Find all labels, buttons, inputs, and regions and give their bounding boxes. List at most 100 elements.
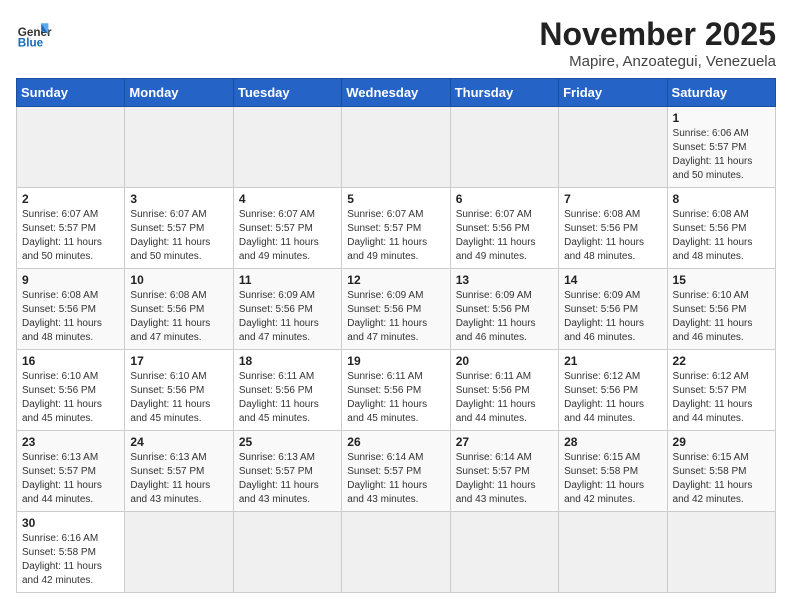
- logo-icon: General Blue: [16, 16, 52, 52]
- calendar-cell: 13 Sunrise: 6:09 AM Sunset: 5:56 PM Dayli…: [450, 269, 558, 350]
- calendar-cell: 19Sunrise: 6:11 AM Sunset: 5:56 PM Dayli…: [342, 350, 450, 431]
- calendar-cell: 30 Sunrise: 6:16 AM Sunset: 5:58 PM Dayli…: [17, 512, 125, 593]
- day-number: 3: [130, 192, 227, 206]
- weekday-header-friday: Friday: [559, 79, 667, 107]
- calendar-week-6: 30 Sunrise: 6:16 AM Sunset: 5:58 PM Dayli…: [17, 512, 776, 593]
- day-number: 1: [673, 111, 770, 125]
- calendar-cell: [17, 107, 125, 188]
- day-info: Sunrise: 6:09 AM Sunset: 5:56 PM Dayligh…: [564, 289, 661, 345]
- weekday-header-sunday: Sunday: [17, 79, 125, 107]
- calendar-cell: [450, 107, 558, 188]
- calendar-cell: 20 Sunrise: 6:11 AM Sunset: 5:56 PM Dayli…: [450, 350, 558, 431]
- day-info: Sunrise: 6:15 AM Sunset: 5:58 PM Dayligh…: [673, 451, 770, 507]
- calendar-cell: 27 Sunrise: 6:14 AM Sunset: 5:57 PM Dayli…: [450, 431, 558, 512]
- day-info: Sunrise: 6:07 AM Sunset: 5:56 PM Dayligh…: [456, 208, 553, 264]
- calendar-cell: 15 Sunrise: 6:10 AM Sunset: 5:56 PM Dayli…: [667, 269, 775, 350]
- day-number: 23: [22, 435, 119, 449]
- day-info: Sunrise: 6:08 AM Sunset: 5:56 PM Dayligh…: [673, 208, 770, 264]
- calendar-cell: 21 Sunrise: 6:12 AM Sunset: 5:56 PM Dayli…: [559, 350, 667, 431]
- calendar-cell: [125, 107, 233, 188]
- day-info: Sunrise: 6:10 AM Sunset: 5:56 PM Dayligh…: [673, 289, 770, 345]
- day-info: Sunrise: 6:13 AM Sunset: 5:57 PM Dayligh…: [22, 451, 119, 507]
- month-title: November 2025: [539, 16, 776, 53]
- calendar-cell: [450, 512, 558, 593]
- calendar-cell: 10Sunrise: 6:08 AM Sunset: 5:56 PM Dayli…: [125, 269, 233, 350]
- calendar-cell: 7Sunrise: 6:08 AM Sunset: 5:56 PM Daylig…: [559, 188, 667, 269]
- day-info: Sunrise: 6:12 AM Sunset: 5:56 PM Dayligh…: [564, 370, 661, 426]
- day-number: 13: [456, 273, 553, 287]
- day-number: 24: [130, 435, 227, 449]
- calendar-cell: [125, 512, 233, 593]
- day-info: Sunrise: 6:13 AM Sunset: 5:57 PM Dayligh…: [239, 451, 336, 507]
- day-number: 30: [22, 516, 119, 530]
- calendar-cell: 6 Sunrise: 6:07 AM Sunset: 5:56 PM Daylig…: [450, 188, 558, 269]
- day-info: Sunrise: 6:07 AM Sunset: 5:57 PM Dayligh…: [239, 208, 336, 264]
- day-info: Sunrise: 6:14 AM Sunset: 5:57 PM Dayligh…: [347, 451, 444, 507]
- calendar-cell: 2 Sunrise: 6:07 AM Sunset: 5:57 PM Daylig…: [17, 188, 125, 269]
- day-info: Sunrise: 6:11 AM Sunset: 5:56 PM Dayligh…: [239, 370, 336, 426]
- day-number: 9: [22, 273, 119, 287]
- day-info: Sunrise: 6:15 AM Sunset: 5:58 PM Dayligh…: [564, 451, 661, 507]
- calendar-cell: [233, 512, 341, 593]
- day-info: Sunrise: 6:11 AM Sunset: 5:56 PM Dayligh…: [456, 370, 553, 426]
- calendar-cell: 18 Sunrise: 6:11 AM Sunset: 5:56 PM Dayli…: [233, 350, 341, 431]
- day-number: 22: [673, 354, 770, 368]
- day-info: Sunrise: 6:09 AM Sunset: 5:56 PM Dayligh…: [456, 289, 553, 345]
- calendar-cell: 3 Sunrise: 6:07 AM Sunset: 5:57 PM Daylig…: [125, 188, 233, 269]
- calendar-cell: [559, 512, 667, 593]
- calendar-cell: 14Sunrise: 6:09 AM Sunset: 5:56 PM Dayli…: [559, 269, 667, 350]
- day-info: Sunrise: 6:14 AM Sunset: 5:57 PM Dayligh…: [456, 451, 553, 507]
- calendar-table: SundayMondayTuesdayWednesdayThursdayFrid…: [16, 78, 776, 593]
- day-info: Sunrise: 6:08 AM Sunset: 5:56 PM Dayligh…: [22, 289, 119, 345]
- calendar-cell: 25 Sunrise: 6:13 AM Sunset: 5:57 PM Dayli…: [233, 431, 341, 512]
- day-number: 17: [130, 354, 227, 368]
- day-number: 20: [456, 354, 553, 368]
- day-number: 8: [673, 192, 770, 206]
- day-info: Sunrise: 6:07 AM Sunset: 5:57 PM Dayligh…: [347, 208, 444, 264]
- calendar-cell: 11 Sunrise: 6:09 AM Sunset: 5:56 PM Dayli…: [233, 269, 341, 350]
- calendar-week-2: 2 Sunrise: 6:07 AM Sunset: 5:57 PM Daylig…: [17, 188, 776, 269]
- calendar-cell: 29 Sunrise: 6:15 AM Sunset: 5:58 PM Dayli…: [667, 431, 775, 512]
- calendar-cell: [233, 107, 341, 188]
- calendar-week-3: 9 Sunrise: 6:08 AM Sunset: 5:56 PM Daylig…: [17, 269, 776, 350]
- day-info: Sunrise: 6:06 AM Sunset: 5:57 PM Dayligh…: [673, 127, 770, 183]
- day-number: 21: [564, 354, 661, 368]
- calendar-cell: 4Sunrise: 6:07 AM Sunset: 5:57 PM Daylig…: [233, 188, 341, 269]
- day-number: 26: [347, 435, 444, 449]
- day-info: Sunrise: 6:16 AM Sunset: 5:58 PM Dayligh…: [22, 532, 119, 588]
- weekday-header-wednesday: Wednesday: [342, 79, 450, 107]
- title-block: November 2025 Mapire, Anzoategui, Venezu…: [539, 16, 776, 70]
- calendar-cell: 16Sunrise: 6:10 AM Sunset: 5:56 PM Dayli…: [17, 350, 125, 431]
- day-info: Sunrise: 6:07 AM Sunset: 5:57 PM Dayligh…: [130, 208, 227, 264]
- calendar-cell: 24Sunrise: 6:13 AM Sunset: 5:57 PM Dayli…: [125, 431, 233, 512]
- calendar-cell: 17Sunrise: 6:10 AM Sunset: 5:56 PM Dayli…: [125, 350, 233, 431]
- day-info: Sunrise: 6:09 AM Sunset: 5:56 PM Dayligh…: [239, 289, 336, 345]
- day-number: 15: [673, 273, 770, 287]
- calendar-week-5: 23 Sunrise: 6:13 AM Sunset: 5:57 PM Dayli…: [17, 431, 776, 512]
- day-number: 18: [239, 354, 336, 368]
- day-info: Sunrise: 6:07 AM Sunset: 5:57 PM Dayligh…: [22, 208, 119, 264]
- day-number: 6: [456, 192, 553, 206]
- calendar-week-4: 16Sunrise: 6:10 AM Sunset: 5:56 PM Dayli…: [17, 350, 776, 431]
- weekday-header-tuesday: Tuesday: [233, 79, 341, 107]
- day-number: 16: [22, 354, 119, 368]
- calendar-cell: 28Sunrise: 6:15 AM Sunset: 5:58 PM Dayli…: [559, 431, 667, 512]
- calendar-header: SundayMondayTuesdayWednesdayThursdayFrid…: [17, 79, 776, 107]
- calendar-cell: 9 Sunrise: 6:08 AM Sunset: 5:56 PM Daylig…: [17, 269, 125, 350]
- day-number: 2: [22, 192, 119, 206]
- day-info: Sunrise: 6:11 AM Sunset: 5:56 PM Dayligh…: [347, 370, 444, 426]
- day-number: 25: [239, 435, 336, 449]
- weekday-header-saturday: Saturday: [667, 79, 775, 107]
- location: Mapire, Anzoategui, Venezuela: [539, 53, 776, 70]
- day-number: 29: [673, 435, 770, 449]
- day-info: Sunrise: 6:08 AM Sunset: 5:56 PM Dayligh…: [130, 289, 227, 345]
- weekday-header-monday: Monday: [125, 79, 233, 107]
- svg-text:Blue: Blue: [18, 37, 44, 50]
- calendar-cell: 8 Sunrise: 6:08 AM Sunset: 5:56 PM Daylig…: [667, 188, 775, 269]
- weekday-row: SundayMondayTuesdayWednesdayThursdayFrid…: [17, 79, 776, 107]
- day-info: Sunrise: 6:12 AM Sunset: 5:57 PM Dayligh…: [673, 370, 770, 426]
- day-number: 27: [456, 435, 553, 449]
- calendar-cell: 26 Sunrise: 6:14 AM Sunset: 5:57 PM Dayli…: [342, 431, 450, 512]
- logo: General Blue: [16, 16, 52, 52]
- day-number: 11: [239, 273, 336, 287]
